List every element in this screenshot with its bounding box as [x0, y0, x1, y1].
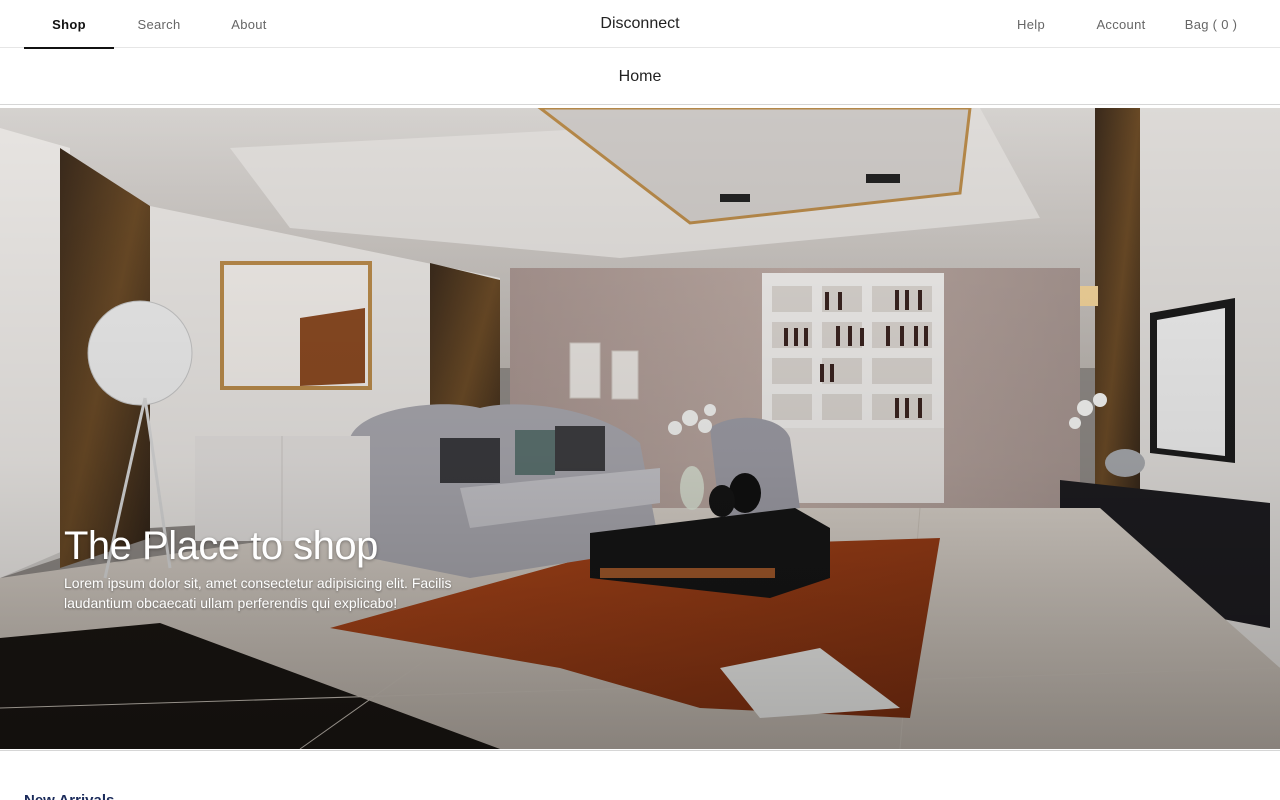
section-title-new-arrivals: New Arrivals [24, 792, 114, 800]
nav-tab-account[interactable]: Account [1076, 0, 1166, 48]
divider [0, 750, 1280, 751]
hero-banner: The Place to shop Lorem ipsum dolor sit,… [0, 108, 1280, 749]
nav-tab-shop[interactable]: Shop [24, 0, 114, 49]
nav-tab-bag[interactable]: Bag ( 0 ) [1166, 0, 1256, 48]
brand-logo-text[interactable]: Disconnect [600, 15, 679, 33]
nav-right: Help Account Bag ( 0 ) [986, 0, 1256, 48]
nav-tab-about[interactable]: About [204, 0, 294, 48]
nav-tab-help[interactable]: Help [986, 0, 1076, 48]
nav-left: Shop Search About [24, 0, 294, 49]
hero-overlay [0, 108, 1280, 749]
top-navbar: Shop Search About Disconnect Help Accoun… [0, 0, 1280, 49]
hero-description: Lorem ipsum dolor sit, amet consectetur … [64, 575, 452, 611]
page-title: Home [0, 49, 1280, 105]
nav-tab-search[interactable]: Search [114, 0, 204, 48]
hero-title: The Place to shop [64, 524, 378, 568]
page-title-text: Home [618, 67, 662, 85]
